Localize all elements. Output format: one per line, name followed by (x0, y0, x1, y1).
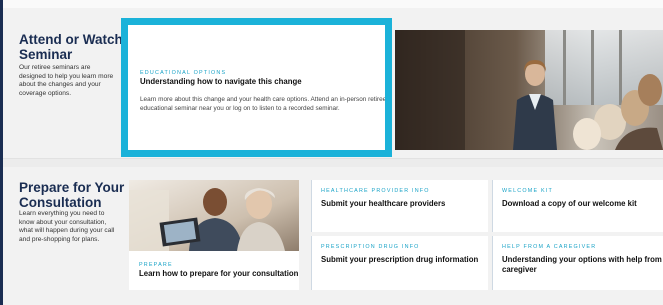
caregiver-title-line1: Understanding your options with help fro… (502, 255, 663, 264)
seminar-photo-image (395, 30, 663, 150)
seminar-section: Attend or Watch a Seminar Our retiree se… (3, 8, 663, 158)
caregiver-eyebrow: HELP FROM A CAREGIVER (502, 244, 597, 250)
prepare-title[interactable]: Learn how to prepare for your consultati… (139, 269, 299, 279)
seminar-desc-line1: Our retiree seminars are (19, 64, 91, 71)
welcome-kit-card[interactable]: WELCOME KIT Download a copy of our welco… (492, 180, 663, 232)
prescription-drug-eyebrow: PRESCRIPTION DRUG INFO (321, 244, 420, 250)
consultation-title-line1: Prepare for Your (19, 180, 125, 195)
caregiver-card[interactable]: HELP FROM A CAREGIVER Understanding your… (492, 236, 663, 290)
consultation-section-title: Prepare for Your Consultation (19, 180, 124, 210)
educational-options-body: Learn more about this change and your he… (140, 95, 400, 113)
seminar-title-line1: Attend or Watch a (19, 32, 135, 47)
prepare-eyebrow: PREPARE (139, 262, 173, 268)
consultation-desc-line4: and pre-shopping for plans. (19, 235, 100, 243)
consultation-section-description: Learn everything you need to know about … (19, 210, 114, 244)
healthcare-provider-card[interactable]: HEALTHCARE PROVIDER INFO Submit your hea… (311, 180, 488, 232)
caregiver-title-line2: caregiver (502, 265, 537, 274)
consultation-photo-image (129, 180, 299, 251)
prescription-drug-card[interactable]: PRESCRIPTION DRUG INFO Submit your presc… (311, 236, 488, 290)
prescription-drug-title[interactable]: Submit your prescription drug informatio… (321, 255, 486, 265)
consultation-desc-line3: what will happen during your call (19, 227, 115, 235)
top-strip (3, 0, 663, 8)
educational-options-card[interactable]: EDUCATIONAL OPTIONS Understanding how to… (126, 20, 391, 155)
seminar-desc-line3: about the changes and your (19, 81, 101, 89)
consultation-desc-line2: know about your consultation, (19, 218, 107, 226)
educational-body-line1: Learn more about this change and your he… (140, 96, 387, 103)
caregiver-title[interactable]: Understanding your options with help fro… (502, 255, 663, 275)
healthcare-provider-title[interactable]: Submit your healthcare providers (321, 199, 486, 209)
educational-options-title[interactable]: Understanding how to navigate this chang… (140, 77, 390, 87)
seminar-audience-photo (395, 30, 663, 150)
seminar-desc-line2: designed to help you learn more (19, 72, 114, 80)
seminar-title-line2: Seminar (19, 47, 73, 62)
welcome-kit-eyebrow: WELCOME KIT (502, 188, 553, 194)
healthcare-provider-eyebrow: HEALTHCARE PROVIDER INFO (321, 188, 430, 194)
consultation-section: Prepare for Your Consultation Learn ever… (3, 166, 663, 305)
welcome-kit-title[interactable]: Download a copy of our welcome kit (502, 199, 662, 209)
consultation-desc-line1: Learn everything you need to (19, 210, 105, 217)
educational-options-eyebrow: EDUCATIONAL OPTIONS (140, 70, 227, 76)
educational-body-line2: educational seminar near you or log on t… (140, 105, 340, 112)
seminar-section-title: Attend or Watch a Seminar (19, 32, 134, 62)
prepare-card[interactable]: PREPARE Learn how to prepare for your co… (129, 180, 299, 290)
consultation-photo (129, 180, 299, 251)
consultation-title-line2: Consultation (19, 195, 102, 210)
seminar-desc-line4: coverage options. (19, 89, 72, 97)
seminar-section-description: Our retiree seminars are designed to hel… (19, 64, 113, 98)
